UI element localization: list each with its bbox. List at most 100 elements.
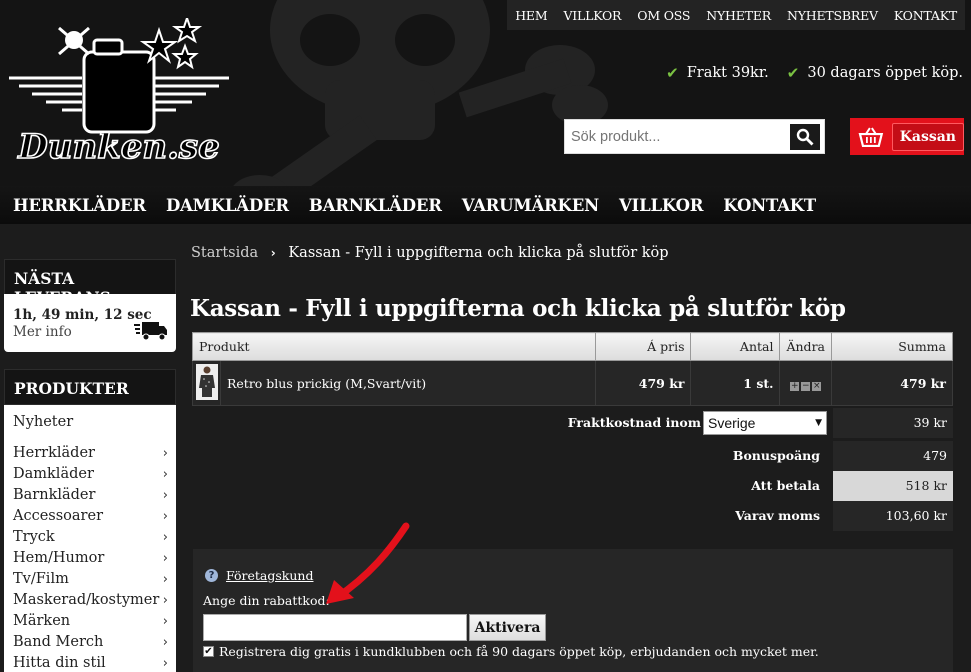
category-accessoarer[interactable]: Accessoarer ›	[4, 506, 176, 527]
bonus-value: 479	[833, 441, 953, 471]
category-nyheter[interactable]: Nyheter	[4, 412, 176, 433]
top-nav-kontakt[interactable]: KONTAKT	[886, 8, 965, 23]
product-qty: 1 st.	[690, 360, 781, 406]
search-box	[564, 119, 825, 154]
category-hem-humor[interactable]: Hem/Humor ›	[4, 548, 176, 569]
main-nav-damklader[interactable]: DAMKLÄDER	[166, 196, 289, 215]
logo-text: Dunken.se	[17, 127, 219, 167]
column-header-change: Ändra	[779, 332, 832, 361]
site-header: Dunken.se HEM VILLKOR OM OSS NYHETER NYH…	[0, 0, 971, 186]
main-nav-herrklader[interactable]: HERRKLÄDER	[13, 196, 146, 215]
corporate-customer-link[interactable]: Företagskund	[226, 568, 313, 583]
cart-table: Produkt Á pris Antal Ändra Summa Retro b…	[191, 332, 953, 406]
chevron-right-icon: ›	[162, 635, 168, 650]
chevron-right-icon: ›	[270, 246, 276, 260]
top-nav-hem[interactable]: HEM	[507, 8, 555, 23]
shipping-value: 39 kr	[833, 408, 953, 438]
chevron-right-icon: ›	[162, 593, 168, 608]
category-herrklader[interactable]: Herrkläder ›	[4, 443, 176, 464]
delivery-title: NÄSTA LEVERANS	[4, 259, 176, 307]
search-icon	[796, 128, 814, 145]
discount-code-input[interactable]	[203, 614, 467, 641]
cart-label: Kassan	[891, 122, 964, 151]
column-header-sum: Summa	[831, 332, 953, 361]
top-nav-nyhetsbrev[interactable]: NYHETSBREV	[779, 8, 886, 23]
shipping-row: Fraktkostnad inom 39 kr	[192, 408, 953, 438]
caret-down-icon: ▼	[815, 418, 822, 428]
usp-return: ✔ 30 dagars öppet köp.	[787, 64, 963, 82]
usp-shipping: ✔ Frakt 39kr.	[666, 64, 769, 82]
shipping-country-value: Sverige	[708, 415, 756, 431]
category-maskerad[interactable]: Maskerad/kostymer ›	[4, 590, 176, 611]
minus-icon[interactable]: −	[801, 381, 811, 391]
product-name[interactable]: Retro blus prickig (M,Svart/vit)	[219, 360, 597, 406]
bonus-row: Bonuspoäng 479	[192, 441, 953, 471]
search-input[interactable]	[565, 120, 790, 153]
activate-button[interactable]: Aktivera	[469, 614, 546, 641]
usp-text: 30 dagars öppet köp.	[807, 65, 963, 81]
search-button[interactable]	[790, 123, 820, 150]
vat-value: 103,60 kr	[833, 501, 953, 531]
usp-list: ✔ Frakt 39kr. ✔ 30 dagars öppet köp.	[666, 64, 963, 82]
remove-icon[interactable]: ×	[812, 381, 822, 391]
chevron-right-icon: ›	[162, 656, 168, 671]
main-nav-barnklader[interactable]: BARNKLÄDER	[309, 196, 442, 215]
category-barnklader[interactable]: Barnkläder ›	[4, 485, 176, 506]
product-thumbnail[interactable]	[192, 360, 221, 406]
check-icon: ✔	[666, 64, 679, 82]
top-nav-om-oss[interactable]: OM OSS	[629, 8, 698, 23]
plus-icon[interactable]: +	[790, 381, 800, 391]
check-icon: ✔	[786, 64, 800, 82]
chevron-right-icon: ›	[162, 530, 168, 545]
breadcrumb-home[interactable]: Startsida	[191, 245, 258, 261]
main-nav-kontakt[interactable]: KONTAKT	[723, 196, 816, 215]
qty-controls: + − ×	[779, 360, 832, 406]
column-header-price: Á pris	[595, 332, 692, 361]
category-damklader[interactable]: Damkläder ›	[4, 464, 176, 485]
register-club: ✔ Registrera dig gratis i kundklubben oc…	[203, 644, 819, 659]
product-sum: 479 kr	[831, 360, 953, 406]
category-list: Nyheter Herrkläder › Damkläder › Barnkläde…	[4, 405, 176, 672]
chevron-right-icon: ›	[162, 467, 168, 482]
category-tryck[interactable]: Tryck ›	[4, 527, 176, 548]
to-pay-value: 518 kr	[833, 471, 953, 501]
breadcrumb-current: Kassan - Fyll i uppgifterna och klicka p…	[288, 245, 669, 261]
site-logo[interactable]: Dunken.se	[4, 18, 234, 173]
main-nav-villkor[interactable]: VILLKOR	[619, 196, 704, 215]
chevron-right-icon: ›	[162, 551, 168, 566]
product-image	[195, 363, 218, 400]
category-hitta-din-stil[interactable]: Hitta din stil ›	[4, 653, 176, 672]
usp-text: Frakt 39kr.	[686, 65, 769, 81]
to-pay-row: Att betala 518 kr	[192, 471, 953, 501]
products-title: PRODUKTER	[4, 369, 176, 405]
chevron-right-icon: ›	[162, 572, 168, 587]
cart-button[interactable]: Kassan	[850, 118, 964, 155]
top-nav-nyheter[interactable]: NYHETER	[698, 8, 779, 23]
shipping-country-select[interactable]: Sverige ▼	[703, 411, 827, 435]
page-title: Kassan - Fyll i uppgifterna och klicka p…	[190, 295, 846, 322]
red-arrow-annotation	[326, 522, 410, 604]
delivery-box: 1h, 49 min, 12 sec Mer info	[4, 294, 176, 352]
basket-icon	[858, 127, 884, 147]
bonus-label: Bonuspoäng	[732, 448, 820, 463]
category-band-merch[interactable]: Band Merch ›	[4, 632, 176, 653]
chevron-right-icon: ›	[162, 446, 168, 461]
table-row: Retro blus prickig (M,Svart/vit) 479 kr …	[192, 360, 953, 406]
help-icon: ?	[205, 569, 218, 582]
vat-label: Varav moms	[735, 508, 820, 523]
main-nav: HERRKLÄDER DAMKLÄDER BARNKLÄDER VARUMÄRK…	[0, 186, 971, 224]
truck-icon	[134, 322, 167, 341]
top-nav: HEM VILLKOR OM OSS NYHETER NYHETSBREV KO…	[507, 0, 965, 30]
category-tv-film[interactable]: Tv/Film ›	[4, 569, 176, 590]
column-header-product: Produkt	[191, 332, 597, 361]
top-nav-villkor[interactable]: VILLKOR	[555, 8, 629, 23]
column-header-qty: Antal	[690, 332, 781, 361]
vat-row: Varav moms 103,60 kr	[192, 501, 953, 531]
register-checkbox[interactable]: ✔	[203, 646, 214, 657]
product-price: 479 kr	[595, 360, 692, 406]
main-nav-varumarken[interactable]: VARUMÄRKEN	[462, 196, 599, 215]
breadcrumb: Startsida › Kassan - Fyll i uppgifterna …	[191, 245, 669, 261]
category-marken[interactable]: Märken ›	[4, 611, 176, 632]
chevron-right-icon: ›	[162, 509, 168, 524]
shipping-label: Fraktkostnad inom	[567, 415, 701, 430]
